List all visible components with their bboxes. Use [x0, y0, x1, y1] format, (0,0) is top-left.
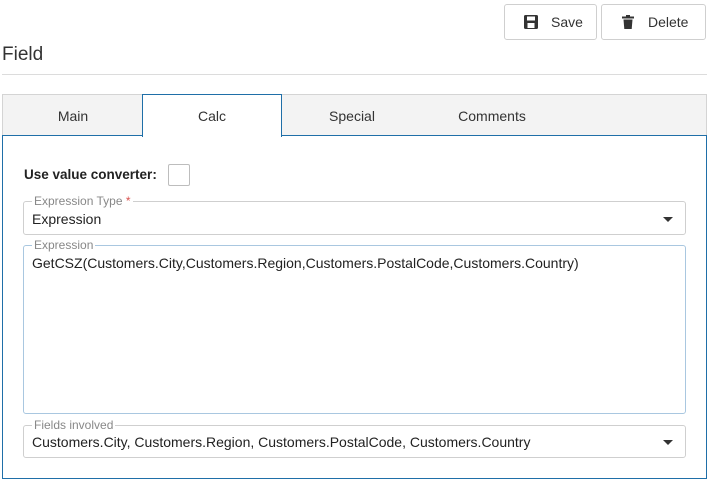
use-value-converter-label: Use value converter:	[24, 167, 157, 182]
tab-calc[interactable]: Calc	[142, 94, 282, 137]
expression-legend: Expression	[32, 238, 96, 252]
chevron-down-icon	[663, 440, 673, 445]
floppy-disk-icon	[523, 14, 539, 30]
tab-special[interactable]: Special	[282, 95, 422, 137]
delete-button[interactable]: Delete	[601, 4, 706, 40]
page-title: Field	[2, 44, 44, 65]
trash-icon	[620, 14, 636, 30]
expression-value: GetCSZ(Customers.City,Customers.Region,C…	[32, 255, 579, 271]
fields-involved-legend: Fields involved	[32, 418, 116, 432]
title-divider	[2, 74, 707, 75]
fields-involved-select[interactable]: Fields involved Customers.City, Customer…	[23, 418, 686, 458]
required-mark: *	[125, 194, 131, 208]
fields-involved-value: Customers.City, Customers.Region, Custom…	[32, 434, 531, 450]
toolbar: Save Delete	[504, 4, 706, 40]
expression-type-value: Expression	[32, 211, 102, 227]
use-value-converter-checkbox[interactable]	[168, 164, 190, 186]
calc-panel: Use value converter: Expression Type * E…	[2, 135, 707, 479]
expression-textarea[interactable]: Expression GetCSZ(Customers.City,Custome…	[23, 238, 686, 414]
expression-type-select[interactable]: Expression Type * Expression	[23, 194, 686, 235]
tab-main[interactable]: Main	[3, 95, 143, 137]
tab-comments[interactable]: Comments	[422, 95, 562, 137]
save-button[interactable]: Save	[504, 4, 597, 40]
tab-bar: Main Calc Special Comments	[2, 94, 707, 137]
chevron-down-icon	[663, 217, 673, 222]
save-button-label: Save	[551, 14, 583, 30]
expression-type-legend: Expression Type *	[32, 194, 133, 208]
delete-button-label: Delete	[648, 14, 689, 30]
